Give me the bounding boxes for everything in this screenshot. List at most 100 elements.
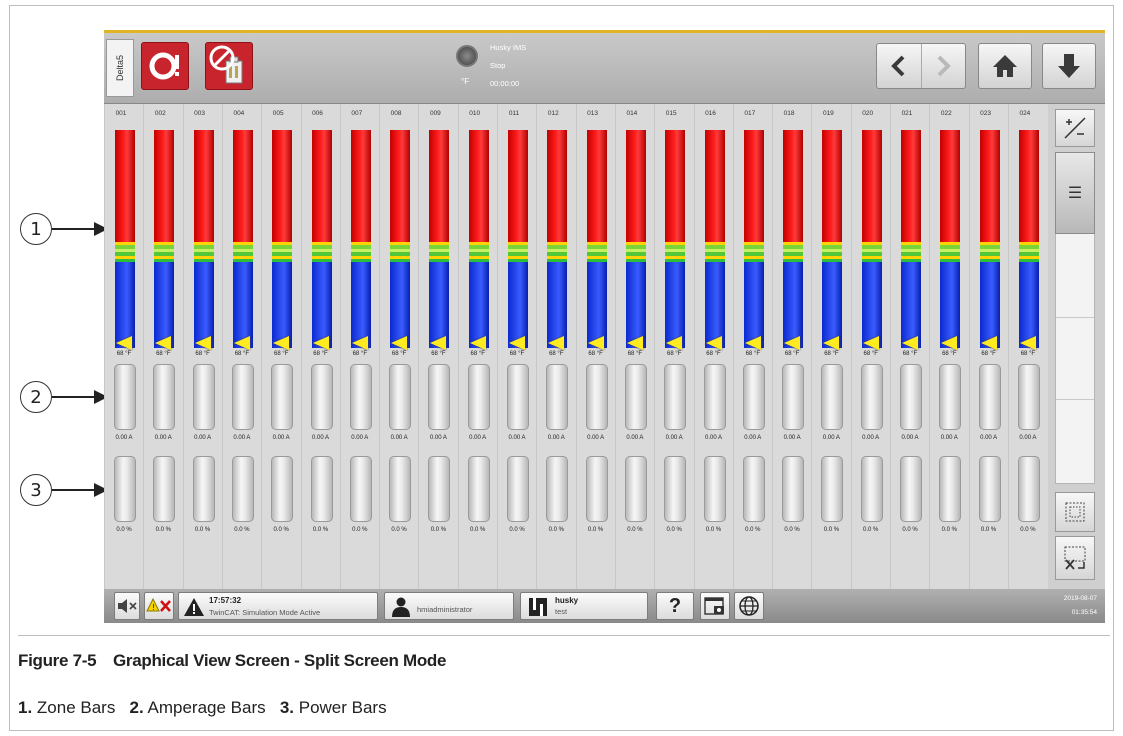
alarm-reset-button[interactable]: ! xyxy=(144,592,174,620)
amperage-bar[interactable] xyxy=(742,364,765,430)
amperage-bar[interactable] xyxy=(349,364,372,430)
power-bar[interactable] xyxy=(860,456,883,522)
language-button[interactable] xyxy=(734,592,764,620)
home-button[interactable] xyxy=(978,43,1032,89)
power-bar[interactable] xyxy=(742,456,765,522)
zone-temperature-bar[interactable] xyxy=(390,130,411,348)
amperage-bar[interactable] xyxy=(782,364,805,430)
zone-temperature-bar[interactable] xyxy=(1018,130,1039,348)
mold-button[interactable]: husky test xyxy=(520,592,648,620)
amperage-bar[interactable] xyxy=(664,364,687,430)
amperage-bar[interactable] xyxy=(624,364,647,430)
zone-temperature-bar[interactable] xyxy=(193,130,214,348)
power-bar[interactable] xyxy=(624,456,647,522)
zone-temperature-bar[interactable] xyxy=(704,130,725,348)
zone-column[interactable]: 017 68 °F 0.00 A 0.0 % xyxy=(732,104,773,589)
power-bar[interactable] xyxy=(782,456,805,522)
zone-temperature-bar[interactable] xyxy=(311,130,332,348)
zone-column[interactable]: 020 68 °F 0.00 A 0.0 % xyxy=(850,104,891,589)
zone-column[interactable]: 008 68 °F 0.00 A 0.0 % xyxy=(379,104,419,589)
zone-temperature-bar[interactable] xyxy=(979,130,1000,348)
zone-column[interactable]: 001 68 °F 0.00 A 0.0 % xyxy=(104,104,144,589)
zone-column[interactable]: 004 68 °F 0.00 A 0.0 % xyxy=(221,104,262,589)
power-bar[interactable] xyxy=(978,456,1001,522)
zone-column[interactable]: 003 68 °F 0.00 A 0.0 % xyxy=(182,104,223,589)
amperage-bar[interactable] xyxy=(900,364,922,430)
zone-column[interactable]: 009 68 °F 0.00 A 0.0 % xyxy=(418,104,458,589)
heat-disable-button[interactable] xyxy=(205,42,253,90)
amperage-bar[interactable] xyxy=(153,364,176,430)
zone-scrollbar[interactable]: ☰ xyxy=(1055,152,1095,484)
zone-temperature-bar[interactable] xyxy=(350,130,371,348)
zone-column[interactable]: 015 68 °F 0.00 A 0.0 % xyxy=(654,104,694,589)
power-bar[interactable] xyxy=(939,456,962,522)
mute-button[interactable] xyxy=(114,592,140,620)
zone-column[interactable]: 013 68 °F 0.00 A 0.0 % xyxy=(575,104,616,589)
power-bar[interactable] xyxy=(585,456,608,522)
zone-column[interactable]: 002 68 °F 0.00 A 0.0 % xyxy=(143,104,183,589)
amperage-bar[interactable] xyxy=(114,364,136,430)
power-bar[interactable] xyxy=(231,456,254,522)
amperage-bar[interactable] xyxy=(585,364,608,430)
amperage-bar[interactable] xyxy=(467,364,490,430)
alarm-banner[interactable]: 17:57:32 TwinCAT: Simulation Mode Active xyxy=(178,592,378,620)
machine-status-button[interactable] xyxy=(141,42,189,90)
zone-column[interactable]: 007 68 °F 0.00 A 0.0 % xyxy=(339,104,380,589)
power-bar[interactable] xyxy=(664,456,687,522)
zone-temperature-bar[interactable] xyxy=(468,130,489,348)
amperage-bar[interactable] xyxy=(703,364,726,430)
zone-temperature-bar[interactable] xyxy=(115,130,135,348)
zone-temperature-bar[interactable] xyxy=(508,130,528,348)
power-bar[interactable] xyxy=(349,456,372,522)
zone-temperature-bar[interactable] xyxy=(586,130,607,348)
zone-column[interactable]: 006 68 °F 0.00 A 0.0 % xyxy=(300,104,341,589)
grid-view-button[interactable] xyxy=(1055,492,1095,532)
forward-button[interactable] xyxy=(922,44,966,88)
zone-column[interactable]: 005 68 °F 0.00 A 0.0 % xyxy=(261,104,301,589)
amperage-bar[interactable] xyxy=(860,364,883,430)
zone-column[interactable]: 010 68 °F 0.00 A 0.0 % xyxy=(457,104,498,589)
zone-column[interactable]: 012 68 °F 0.00 A 0.0 % xyxy=(536,104,576,589)
zone-temperature-bar[interactable] xyxy=(232,130,253,348)
power-bar[interactable] xyxy=(546,456,569,522)
user-button[interactable]: hmiadministrator xyxy=(384,592,514,620)
zone-column[interactable]: 018 68 °F 0.00 A 0.0 % xyxy=(772,104,812,589)
power-bar[interactable] xyxy=(114,456,136,522)
zone-column[interactable]: 023 68 °F 0.00 A 0.0 % xyxy=(968,104,1009,589)
zone-column[interactable]: 022 68 °F 0.00 A 0.0 % xyxy=(929,104,969,589)
zone-temperature-bar[interactable] xyxy=(272,130,293,348)
amperage-bar[interactable] xyxy=(546,364,569,430)
help-button[interactable]: ? xyxy=(656,592,694,620)
amperage-bar[interactable] xyxy=(428,364,451,430)
amperage-bar[interactable] xyxy=(310,364,333,430)
power-bar[interactable] xyxy=(900,456,922,522)
close-view-button[interactable] xyxy=(1055,536,1095,580)
zone-temperature-bar[interactable] xyxy=(154,130,175,348)
back-button[interactable] xyxy=(877,44,922,88)
zone-column[interactable]: 011 68 °F 0.00 A 0.0 % xyxy=(497,104,537,589)
power-bar[interactable] xyxy=(703,456,726,522)
power-bar[interactable] xyxy=(507,456,529,522)
amperage-bar[interactable] xyxy=(231,364,254,430)
zone-temperature-bar[interactable] xyxy=(822,130,843,348)
power-bar[interactable] xyxy=(192,456,215,522)
amperage-bar[interactable] xyxy=(821,364,844,430)
zone-temperature-bar[interactable] xyxy=(547,130,568,348)
tab-delta5[interactable]: Delta5 xyxy=(106,39,134,97)
power-bar[interactable] xyxy=(271,456,294,522)
amperage-bar[interactable] xyxy=(271,364,294,430)
amperage-bar[interactable] xyxy=(978,364,1001,430)
zone-temperature-bar[interactable] xyxy=(429,130,450,348)
zone-temperature-bar[interactable] xyxy=(901,130,921,348)
amperage-bar[interactable] xyxy=(192,364,215,430)
zone-column[interactable]: 019 68 °F 0.00 A 0.0 % xyxy=(811,104,851,589)
zone-temperature-bar[interactable] xyxy=(743,130,764,348)
power-bar[interactable] xyxy=(310,456,333,522)
amperage-bar[interactable] xyxy=(507,364,529,430)
zone-column[interactable]: 024 68 °F 0.00 A 0.0 % xyxy=(1007,104,1048,589)
zone-temperature-bar[interactable] xyxy=(665,130,686,348)
download-button[interactable] xyxy=(1042,43,1096,89)
power-bar[interactable] xyxy=(821,456,844,522)
zone-column[interactable]: 016 68 °F 0.00 A 0.0 % xyxy=(693,104,734,589)
power-bar[interactable] xyxy=(1017,456,1040,522)
